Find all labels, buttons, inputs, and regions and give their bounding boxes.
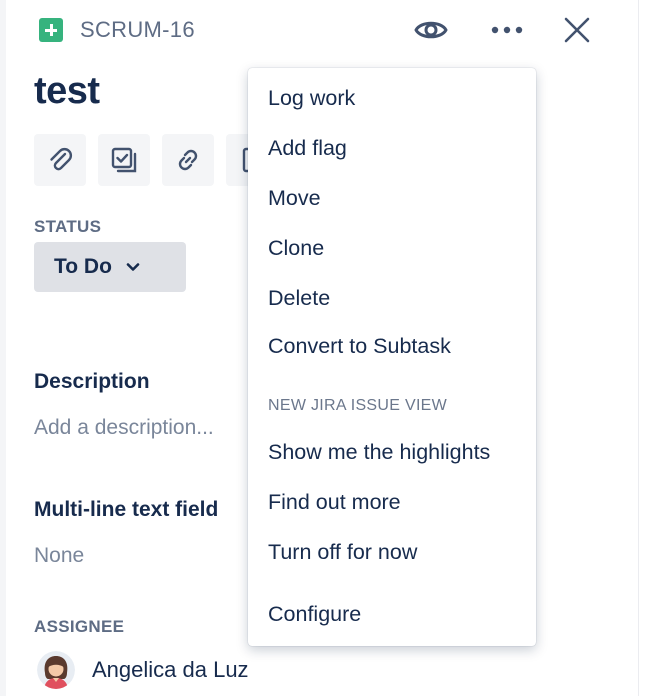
- description-label: Description: [34, 370, 150, 393]
- assignee-label: ASSIGNEE: [34, 617, 125, 636]
- more-actions-menu: Log work Add flag Move Clone Delete Conv…: [248, 68, 536, 646]
- menu-item-find-out-more[interactable]: Find out more: [268, 490, 401, 515]
- close-icon: [564, 17, 590, 43]
- panel-edge: [0, 0, 6, 696]
- multiline-field-label: Multi-line text field: [34, 498, 219, 521]
- subtask-icon: [111, 147, 137, 173]
- story-add-icon: [39, 18, 63, 42]
- menu-item-turn-off[interactable]: Turn off for now: [268, 540, 417, 565]
- status-dropdown[interactable]: To Do: [34, 242, 186, 292]
- menu-item-show-highlights[interactable]: Show me the highlights: [268, 440, 490, 465]
- status-label: STATUS: [34, 217, 102, 236]
- issue-title[interactable]: test: [34, 70, 100, 113]
- link-icon: [178, 149, 198, 171]
- description-input[interactable]: Add a description...: [34, 416, 214, 440]
- paperclip-icon: [50, 147, 73, 171]
- more-horizontal-icon: [491, 26, 523, 34]
- eye-icon: [414, 21, 448, 39]
- menu-item-convert-to-subtask[interactable]: Convert to Subtask: [268, 334, 451, 359]
- menu-item-configure[interactable]: Configure: [268, 602, 361, 627]
- menu-group-label: NEW JIRA ISSUE VIEW: [268, 397, 448, 414]
- issue-key[interactable]: SCRUM-16: [80, 17, 195, 43]
- menu-item-move[interactable]: Move: [268, 186, 321, 211]
- menu-item-clone[interactable]: Clone: [268, 236, 324, 261]
- status-value: To Do: [54, 255, 112, 278]
- menu-item-delete[interactable]: Delete: [268, 286, 330, 311]
- more-actions-button[interactable]: [485, 8, 529, 52]
- menu-item-add-flag[interactable]: Add flag: [268, 136, 347, 161]
- close-button[interactable]: [555, 8, 599, 52]
- chevron-down-icon: [126, 263, 140, 271]
- link-issue-button[interactable]: [162, 134, 214, 186]
- multiline-field-value[interactable]: None: [34, 544, 84, 568]
- avatar-icon[interactable]: [37, 651, 75, 689]
- attach-button[interactable]: [34, 134, 86, 186]
- menu-item-log-work[interactable]: Log work: [268, 86, 355, 111]
- watch-button[interactable]: [409, 8, 453, 52]
- create-subtask-button[interactable]: [98, 134, 150, 186]
- panel-divider: [638, 0, 639, 696]
- assignee-name[interactable]: Angelica da Luz: [92, 657, 249, 683]
